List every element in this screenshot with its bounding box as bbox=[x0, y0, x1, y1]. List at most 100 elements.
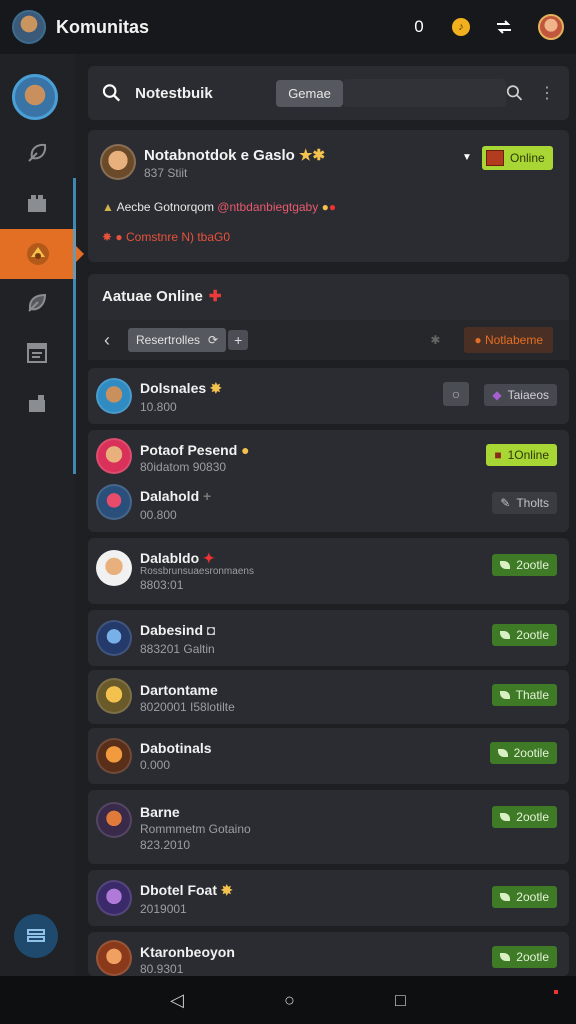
list-item[interactable]: Potaof Pesend ● 80idatom 90830 ■ 1Online … bbox=[88, 430, 569, 532]
row-action-button[interactable]: 2ootle bbox=[492, 946, 557, 968]
list-item[interactable]: Barne Rommmetm Gotaino 823.2010 2ootle bbox=[88, 790, 569, 864]
status-circle-icon[interactable]: ○ bbox=[443, 382, 469, 406]
button-label: 2ootle bbox=[516, 810, 549, 824]
sidebar-item-box[interactable] bbox=[0, 178, 74, 228]
list-item[interactable]: Dabotinals 0.000 2ootile bbox=[88, 728, 569, 784]
sidebar-item-list[interactable] bbox=[0, 328, 74, 378]
avatar[interactable] bbox=[96, 484, 132, 520]
button-label: 2ootle bbox=[516, 890, 549, 904]
sidebar-menu-button[interactable] bbox=[14, 914, 58, 958]
sidebar bbox=[0, 54, 84, 976]
badge-icon: ✸ bbox=[210, 380, 222, 396]
row-action-button[interactable]: ✎ Tholts bbox=[492, 492, 557, 514]
profile-handle-line: ▲ Aecbe Gotnorqom @ntbdanbiegtgaby ●● bbox=[102, 200, 336, 214]
row-action-button[interactable]: ■ 1Online bbox=[486, 444, 557, 466]
sidebar-avatar[interactable] bbox=[12, 74, 58, 120]
profile-card: Notabnotdok e Gaslo ★✱ 837 Stiit ▼ Onlin… bbox=[88, 130, 569, 262]
search-field[interactable] bbox=[342, 79, 506, 107]
back-icon[interactable]: ◁ bbox=[170, 990, 184, 1011]
feather-icon bbox=[28, 143, 47, 162]
bag-icon bbox=[29, 395, 45, 412]
sidebar-item-community[interactable] bbox=[0, 229, 84, 279]
search-input[interactable]: Notestbuik bbox=[135, 85, 250, 102]
list-item-sub: Rommmetm Gotaino bbox=[140, 822, 251, 836]
profile-status-line: ✸ ● Comstnre N) tbaG0 bbox=[102, 230, 230, 244]
row-action-button[interactable]: 2ootle bbox=[492, 886, 557, 908]
coin-icon[interactable]: ♪ bbox=[452, 18, 470, 36]
heart-icon: ● bbox=[328, 200, 337, 214]
list-item[interactable]: Dolsnales ✸ 10.800 ○ ◆ Taiaeos bbox=[88, 368, 569, 424]
leaf-icon bbox=[500, 631, 511, 639]
list-item[interactable]: Dbotel Foat ✸ 2019001 2ootle bbox=[88, 870, 569, 926]
search-icon[interactable] bbox=[102, 83, 121, 103]
profile-name-text: Notabnotdok e Gaslo bbox=[144, 147, 295, 164]
game-icon: ■ bbox=[494, 448, 502, 462]
record-icon: ● bbox=[115, 230, 123, 244]
list-item[interactable]: Ktaronbeoyon 80.9301 2ootle bbox=[88, 932, 569, 976]
swap-icon[interactable] bbox=[494, 17, 514, 37]
sidebar-item-feather[interactable] bbox=[0, 128, 74, 178]
row-action-button[interactable]: Thatle bbox=[491, 684, 557, 706]
button-label: 2ootle bbox=[516, 558, 549, 572]
list-item-sub: 883201 Galtin bbox=[140, 642, 215, 656]
list-item[interactable]: Dalabldo ✦ Rossbrunsuaesronmaens 8803:01… bbox=[88, 538, 569, 604]
list-item-sub-2: 823.2010 bbox=[140, 838, 191, 852]
user-avatar[interactable] bbox=[538, 14, 564, 40]
list-item[interactable]: Dabesind ◘ 883201 Galtin 2ootle bbox=[88, 610, 569, 666]
button-label: 2ootle bbox=[516, 950, 549, 964]
avatar[interactable] bbox=[96, 738, 132, 774]
avatar[interactable] bbox=[96, 550, 132, 586]
avatar[interactable] bbox=[96, 620, 132, 656]
sidebar-scroll-indicator bbox=[73, 178, 76, 474]
row-action-button[interactable]: 2ootle bbox=[492, 806, 557, 828]
row-action-button[interactable]: 2ootle bbox=[492, 554, 557, 576]
avatar[interactable] bbox=[96, 880, 132, 916]
search-bar[interactable]: Notestbuik Gemae ⋮ bbox=[88, 66, 569, 120]
online-status-label: Online bbox=[510, 151, 545, 165]
top-bar: Komunitas 0 ♪ bbox=[0, 0, 576, 54]
filter-chip[interactable]: Resertrolles ⟳ bbox=[128, 328, 227, 352]
avatar[interactable] bbox=[96, 378, 132, 414]
list-item[interactable]: Dartontame 8020001 I58lotilte Thatle bbox=[88, 670, 569, 724]
row-action-button[interactable]: ◆ Taiaeos bbox=[484, 384, 557, 406]
row-action-button[interactable]: 2ootile bbox=[489, 742, 557, 764]
list-item-name: Dalabldo ✦ bbox=[140, 550, 215, 567]
list-item-name: Dalahold + bbox=[140, 488, 211, 504]
avatar[interactable] bbox=[96, 678, 132, 714]
search-submit-icon[interactable] bbox=[506, 84, 523, 102]
online-status-button[interactable]: Online bbox=[482, 146, 553, 170]
profile-handle[interactable]: @ntbdanbiegtgaby bbox=[217, 200, 318, 214]
count-indicator[interactable]: 0 bbox=[410, 17, 428, 37]
chevron-left-icon[interactable]: ‹ bbox=[104, 330, 110, 351]
home-icon[interactable]: ○ bbox=[284, 990, 295, 1011]
list-item-name: Ktaronbeoyon bbox=[140, 944, 235, 960]
notification-button[interactable]: ● Notlabeme bbox=[464, 327, 553, 353]
sidebar-item-bag[interactable] bbox=[0, 378, 74, 428]
avatar[interactable] bbox=[96, 438, 132, 474]
caret-down-icon[interactable]: ▼ bbox=[462, 152, 472, 163]
app-avatar[interactable] bbox=[12, 10, 46, 44]
list-item-sub: Rossbrunsuaesronmaens bbox=[140, 566, 254, 577]
system-nav-bar: ◁ ○ □ bbox=[0, 976, 576, 1024]
filter-label: Resertrolles bbox=[136, 333, 201, 347]
name-text: Dabotinals bbox=[140, 740, 212, 756]
more-options-icon[interactable]: ⋮ bbox=[539, 83, 555, 103]
flame-icon: ✸ bbox=[102, 230, 113, 244]
list-item-name: Dabotinals bbox=[140, 740, 212, 756]
pin-icon: ✚ bbox=[208, 288, 222, 305]
menu-icon bbox=[27, 929, 45, 942]
leaf-icon bbox=[497, 749, 508, 757]
profile-avatar[interactable] bbox=[100, 144, 136, 180]
list-item-sub-2: 8803:01 bbox=[140, 578, 184, 592]
row-action-button[interactable]: 2ootle bbox=[492, 624, 557, 646]
recents-icon[interactable]: □ bbox=[395, 990, 406, 1011]
leaf-icon bbox=[500, 561, 511, 569]
avatar[interactable] bbox=[96, 940, 132, 976]
name-text: Dartontame bbox=[140, 682, 218, 698]
sidebar-item-leaf[interactable] bbox=[0, 278, 74, 328]
add-filter-button[interactable]: + bbox=[228, 330, 249, 350]
badge-icon: ✸ bbox=[220, 882, 233, 898]
name-text: Dbotel Foat bbox=[140, 882, 217, 898]
search-chip[interactable]: Gemae bbox=[276, 79, 343, 107]
avatar[interactable] bbox=[96, 802, 132, 838]
